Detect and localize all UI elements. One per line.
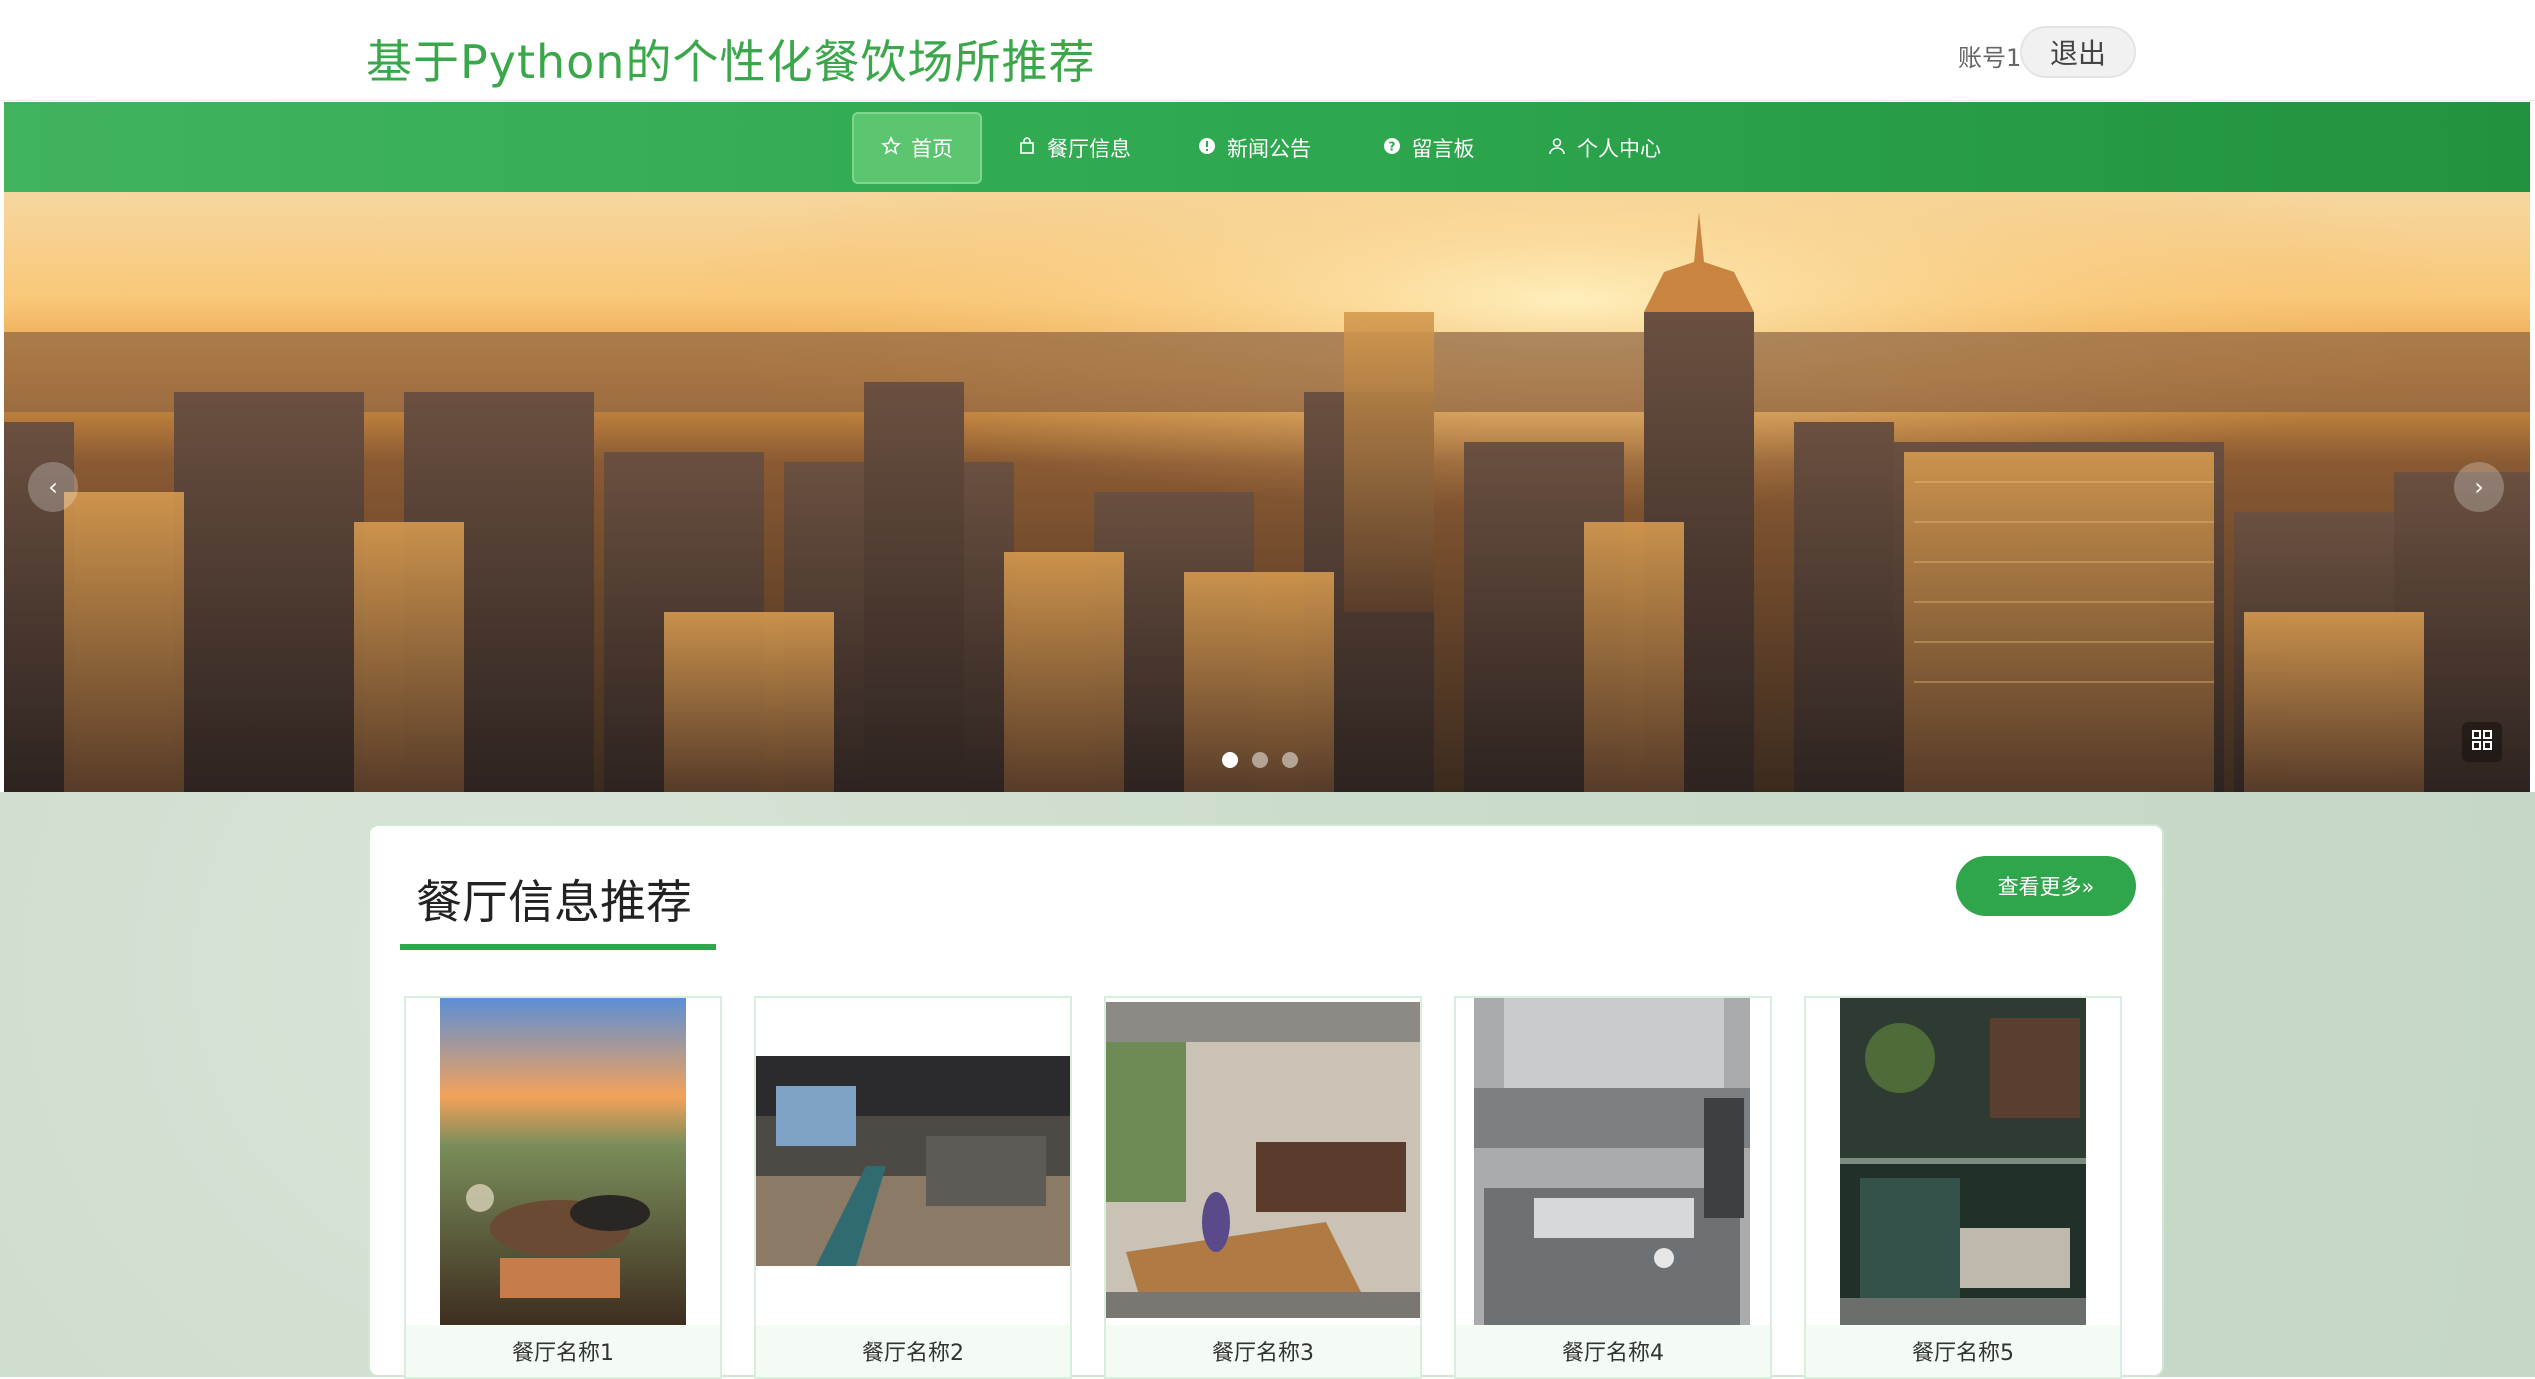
carousel-next-button[interactable]: › [2454, 462, 2504, 512]
restaurant-card-1[interactable]: 餐厅名称1 [404, 996, 722, 1379]
carousel-indicators [1222, 752, 1298, 768]
nav-message-board-label: 留言板 [1411, 137, 1475, 161]
carousel-prev-button[interactable]: ‹ [28, 462, 78, 512]
restaurant-card-3[interactable]: 餐厅名称3 [1104, 996, 1422, 1379]
grid-icon [2471, 729, 2493, 755]
site-title: 基于Python的个性化餐饮场所推荐 [366, 35, 1096, 89]
svg-text:?: ? [1388, 139, 1395, 153]
nav-news-label: 新闻公告 [1227, 137, 1311, 161]
nav-profile[interactable]: 个人中心 [1534, 112, 1674, 184]
section-title: 餐厅信息推荐 [416, 875, 692, 929]
section-title-underline [400, 944, 716, 950]
view-more-button[interactable]: 查看更多» [1956, 856, 2136, 916]
restaurant-card-5[interactable]: 餐厅名称5 [1804, 996, 2122, 1379]
carousel-dot-2[interactable] [1252, 752, 1268, 768]
chevron-right-icon: › [2474, 473, 2484, 501]
restaurant-image-1 [440, 998, 686, 1326]
restaurant-image-5 [1840, 998, 2086, 1326]
nav-restaurants-label: 餐厅信息 [1047, 137, 1131, 161]
restaurant-name-4: 餐厅名称4 [1456, 1325, 1770, 1377]
user-icon [1547, 136, 1567, 161]
restaurant-card-2[interactable]: 餐厅名称2 [754, 996, 1072, 1379]
nav-restaurants[interactable]: 餐厅信息 [1004, 112, 1144, 184]
restaurant-card-4[interactable]: 餐厅名称4 [1454, 996, 1772, 1379]
hero-carousel[interactable]: ‹ › [4, 192, 2530, 792]
nav-home-label: 首页 [911, 137, 953, 161]
restaurant-name-2: 餐厅名称2 [756, 1325, 1070, 1377]
top-bar: 基于Python的个性化餐饮场所推荐 账号1 退出 [0, 0, 2535, 101]
nav-news[interactable]: 新闻公告 [1184, 112, 1324, 184]
nav-profile-label: 个人中心 [1577, 137, 1661, 161]
restaurant-name-1: 餐厅名称1 [406, 1325, 720, 1377]
restaurant-name-5: 餐厅名称5 [1806, 1325, 2120, 1377]
info-icon [1197, 136, 1217, 161]
nav-message-board[interactable]: ? 留言板 [1368, 112, 1488, 184]
carousel-dot-3[interactable] [1282, 752, 1298, 768]
nav-home[interactable]: 首页 [852, 112, 982, 184]
logout-button[interactable]: 退出 [2020, 26, 2136, 78]
chevron-left-icon: ‹ [48, 473, 58, 501]
city-skyline-image [4, 192, 2530, 792]
restaurant-name-3: 餐厅名称3 [1106, 1325, 1420, 1377]
carousel-dot-1[interactable] [1222, 752, 1238, 768]
bag-icon [1017, 136, 1037, 161]
star-icon [881, 135, 901, 161]
restaurant-image-2 [756, 1056, 1070, 1266]
restaurant-recommend-panel: 餐厅信息推荐 查看更多» 餐厅名称1 餐厅名称2 餐厅名称3 餐厅名称4 餐厅名… [368, 824, 2164, 1379]
grid-view-button[interactable] [2462, 722, 2502, 762]
restaurant-image-4 [1474, 998, 1750, 1326]
account-name: 账号1 [1958, 44, 2022, 72]
restaurant-image-3 [1106, 1002, 1420, 1318]
question-icon: ? [1382, 136, 1402, 161]
main-nav: 首页 餐厅信息 新闻公告 ? 留言板 个人中心 [4, 102, 2530, 192]
